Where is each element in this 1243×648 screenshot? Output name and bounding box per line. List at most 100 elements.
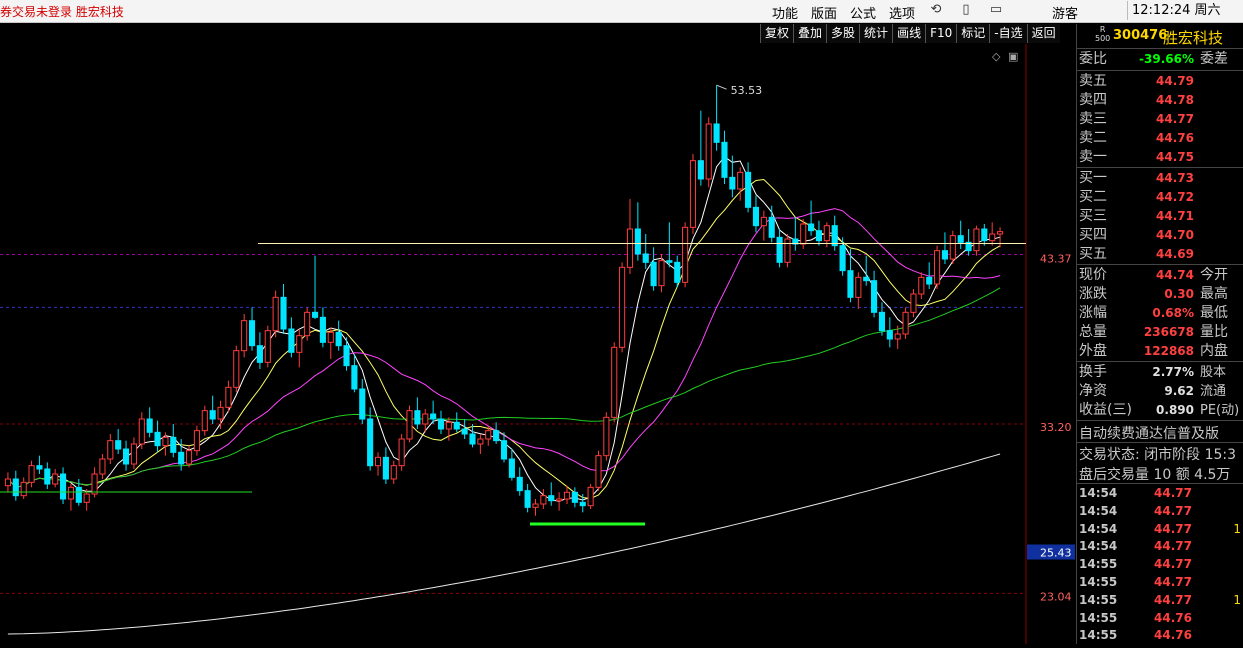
diff-label: 委差 — [1200, 51, 1228, 67]
candle-body — [256, 345, 263, 363]
menu-function[interactable]: 功能 — [772, 3, 798, 22]
candle-body — [209, 410, 216, 420]
menu-formula[interactable]: 公式 — [850, 3, 876, 22]
menu-options[interactable]: 选项 — [889, 3, 915, 22]
candle-body — [67, 486, 74, 500]
candle-body — [296, 335, 303, 353]
bid-ask-ratio-row: 委比 -39.66% 委差 — [1079, 50, 1242, 69]
after-hours-volume: 盘后交易量 10 额 4.5万 — [1079, 467, 1231, 483]
candle-body — [327, 331, 334, 343]
toolbar-mark-button[interactable]: 标记 — [956, 24, 990, 43]
candle-body — [233, 350, 240, 388]
kline-chart-area[interactable]: 53.53 ◇ ▣ 43.37 33.20 25.43 23.04 — [0, 44, 1076, 644]
candle-body — [390, 465, 397, 480]
candle-body — [461, 428, 468, 435]
candle-body — [469, 433, 476, 445]
bid-row-3-label: 买三 — [1079, 208, 1107, 224]
candle-body — [768, 216, 775, 238]
trade-time: 14:55 — [1079, 592, 1118, 607]
stat2-row-0-value: 2.77% — [1152, 365, 1194, 379]
candle-body — [185, 450, 193, 465]
candle-body — [280, 296, 287, 330]
candle-body — [115, 440, 122, 450]
candle-body — [658, 260, 665, 287]
candle-body — [343, 345, 350, 367]
main-menu: 功能 版面 公式 选项 — [772, 3, 915, 22]
candle-body — [500, 440, 508, 460]
stock-header: R 500 300476 胜宏科技 — [1077, 24, 1243, 49]
panel-toggle-icon: ▣ — [1008, 50, 1018, 63]
candle-body — [138, 418, 145, 445]
trade-price: 44.77 — [1154, 503, 1192, 518]
candle-body — [52, 473, 59, 485]
trade-time: 14:54 — [1079, 486, 1118, 500]
toolbar-remove-watchlist-button[interactable]: -自选 — [989, 24, 1027, 43]
toolbar-back-button[interactable]: 返回 — [1026, 24, 1060, 43]
ratio-value: -39.66% — [1139, 52, 1194, 66]
candle-body — [241, 320, 248, 352]
ask-row-5-value: 44.79 — [1156, 74, 1194, 88]
candle-body — [264, 330, 271, 363]
stat-row-3-value: 236678 — [1143, 325, 1194, 339]
ask-row-3-label: 卖三 — [1079, 111, 1107, 127]
trade-price: 44.77 — [1154, 557, 1192, 572]
toolbar-restore-rights-button[interactable]: 复权 — [760, 24, 794, 43]
candle-body — [59, 473, 67, 500]
candle-body — [225, 386, 232, 408]
candle-body — [359, 388, 366, 420]
trade-row: 14:55 44.77 — [1079, 574, 1242, 591]
subscription-notice[interactable]: 自动续费通达信普及版 — [1079, 423, 1219, 443]
kline-chart[interactable]: 53.53 ◇ ▣ 43.37 33.20 25.43 23.04 — [0, 44, 1076, 644]
candle-body — [319, 316, 326, 343]
candle-body — [304, 311, 311, 337]
bid-row-3-value: 44.71 — [1156, 209, 1194, 223]
candle-body — [831, 225, 838, 247]
candle-body — [863, 276, 870, 282]
refresh-icon[interactable]: ⟲ — [928, 2, 944, 18]
candle-body — [453, 421, 460, 430]
candle-body — [745, 171, 752, 208]
candle-body — [697, 160, 704, 180]
candle-body — [36, 465, 43, 470]
trade-row: 14:55 44.77 1 — [1079, 592, 1242, 609]
trade-volume: 1 — [1233, 592, 1241, 607]
ask-row-3: 卖三 44.77 — [1079, 110, 1242, 129]
phone-icon[interactable]: ▯ — [958, 2, 974, 18]
stat-row-4-label: 外盘 — [1079, 343, 1107, 359]
trade-time: 14:54 — [1079, 503, 1118, 518]
ask-row-2-label: 卖二 — [1079, 130, 1107, 146]
menu-layout[interactable]: 版面 — [811, 3, 837, 22]
candle-body — [855, 276, 862, 298]
toolbar-multi-stock-button[interactable]: 多股 — [826, 24, 860, 43]
ask-row-4-label: 卖四 — [1079, 92, 1107, 108]
candle-body — [800, 223, 807, 245]
toolbar-stats-button[interactable]: 统计 — [859, 24, 893, 43]
candle-body — [99, 458, 106, 475]
candle-body — [398, 438, 405, 467]
bid-row-2: 买二 44.72 — [1079, 188, 1242, 207]
candle-body — [44, 468, 51, 485]
candle-body — [548, 495, 555, 502]
candle-body — [705, 123, 712, 180]
candle-body — [957, 235, 964, 243]
guest-label[interactable]: 游客 — [1052, 3, 1078, 22]
stat-row-2-right-label: 最低 — [1200, 305, 1228, 321]
bid-row-4: 买四 44.70 — [1079, 226, 1242, 245]
stock-code: 300476 — [1113, 28, 1168, 43]
ask-row-4: 卖四 44.78 — [1079, 91, 1242, 110]
trade-time: 14:54 — [1079, 521, 1118, 536]
stat2-row-0-right-label: 股本 — [1200, 365, 1227, 380]
toolbar-draw-line-button[interactable]: 画线 — [892, 24, 926, 43]
candle-body — [146, 418, 153, 433]
window-icon[interactable]: ▭ — [988, 2, 1004, 18]
bid-row-4-label: 买四 — [1079, 227, 1107, 243]
candle-body — [335, 331, 342, 347]
candle-body — [808, 223, 815, 232]
trade-row: 14:54 44.77 — [1079, 503, 1242, 520]
toolbar-f10-button[interactable]: F10 — [925, 24, 957, 43]
toolbar-overlay-button[interactable]: 叠加 — [793, 24, 827, 43]
trade-price: 44.76 — [1154, 628, 1192, 643]
candle-body — [201, 410, 208, 432]
candle-body — [414, 410, 421, 425]
candle-body — [839, 245, 846, 272]
